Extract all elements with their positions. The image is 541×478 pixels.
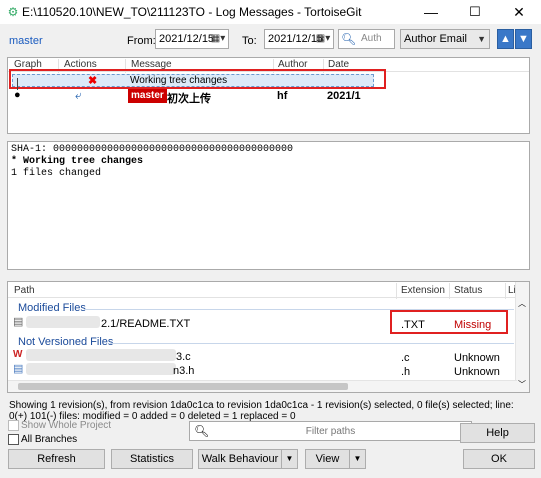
close-button[interactable]: ✕ [497,0,541,24]
unversioned-file-ext: .h [401,366,411,378]
redacted-path [26,316,100,328]
to-label: To: [242,35,257,47]
all-branches-label: All Branches [21,434,78,445]
search-input[interactable]: 🔍︎ Auth [338,29,395,49]
unversioned-file-path[interactable]: n3.h [173,365,194,377]
help-button[interactable]: Help [460,423,535,443]
from-date-picker[interactable]: 2021/12/15 ▦▾ [155,29,229,49]
changed-files-list[interactable]: Path Extension Status Lir Modified Files… [7,281,530,393]
c-file-icon: W [13,349,23,360]
highlight-frame [390,310,508,334]
scroll-down-icon[interactable]: ﹀ [518,379,526,390]
search-placeholder: Auth [361,33,382,44]
walk-behaviour-button[interactable]: Walk Behaviour ▼ [198,449,298,469]
from-date-value: 2021/12/15 [159,33,215,45]
show-whole-project-label: Show Whole Project [21,420,112,431]
ok-button[interactable]: OK [463,449,535,469]
graph-line [17,78,18,90]
arrow-down-icon: ▼ [518,33,529,45]
details-sha: SHA-1: 000000000000000000000000000000000… [11,144,294,155]
arrow-up-icon: ▲ [500,33,511,45]
horizontal-scrollbar[interactable] [8,380,517,392]
column-status[interactable]: Status [454,285,482,296]
h-file-icon: ▤ [13,363,24,375]
refresh-button[interactable]: Refresh [8,449,105,469]
dropdown-arrow-icon[interactable]: ▼ [281,450,297,468]
details-summary: 1 files changed [11,168,102,179]
redacted-path [26,363,176,375]
filter-field-select[interactable]: Author Email ▼ [400,29,490,49]
maximize-button[interactable]: ☐ [453,0,497,24]
modified-file-path[interactable]: 2.1/README.TXT [101,318,190,330]
scroll-up-icon[interactable]: ︿ [518,298,526,309]
from-label: From: [127,35,156,47]
next-match-button[interactable]: ▼ [515,29,532,49]
minimize-button[interactable]: — [409,0,453,24]
vertical-scrollbar[interactable]: ︿ ﹀ [515,282,529,392]
view-label: View [315,453,340,465]
filter-paths-input[interactable]: 🔍︎ Filter paths [189,421,472,441]
show-whole-project-checkbox[interactable] [8,420,19,431]
commit-date: 2021/1 [327,90,361,102]
walk-behaviour-label: Walk Behaviour [201,453,279,465]
dropdown-arrow-icon[interactable]: ▼ [349,450,365,468]
column-path[interactable]: Path [14,285,35,296]
filter-field-value: Author Email [404,33,467,45]
branch-link[interactable]: master [9,35,43,47]
scroll-thumb[interactable] [18,383,348,390]
title-bar: ⚙ E:\110520.10\NEW_TO\211123TO - Log Mes… [0,0,541,24]
commit-message: 初次上传 [167,93,211,105]
text-file-icon: ▤ [13,316,24,328]
filter-paths-placeholder: Filter paths [305,426,356,437]
calendar-dropdown-icon[interactable]: ▦▾ [210,31,226,47]
all-branches-checkbox[interactable] [8,434,19,445]
status-text: Showing 1 revision(s), from revision 1da… [9,400,514,422]
window-title: E:\110520.10\NEW_TO\211123TO - Log Messa… [22,5,362,19]
branch-tag-master: master [128,89,167,103]
tortoisegit-app-icon: ⚙ [7,5,19,19]
unversioned-file-ext: .c [401,352,410,364]
group-modified-files: Modified Files [18,302,86,314]
unversioned-file-path[interactable]: 3.c [176,351,191,363]
commit-details[interactable]: SHA-1: 000000000000000000000000000000000… [7,141,530,270]
to-date-picker[interactable]: 2021/12/15 ▦▾ [264,29,334,49]
calendar-dropdown-icon[interactable]: ▦▾ [315,31,331,47]
unversioned-file-status: Unknown [454,352,500,364]
details-subject: * Working tree changes [11,156,144,167]
chevron-down-icon: ▼ [477,34,486,44]
files-list-header: Path Extension Status Lir [8,282,529,299]
statistics-button[interactable]: Statistics [111,449,193,469]
graph-node-icon: ● [14,89,21,101]
commit-action-icon: ⤶ [75,88,82,102]
unversioned-file-status: Unknown [454,366,500,378]
view-button[interactable]: View ▼ [305,449,366,469]
group-not-versioned-files: Not Versioned Files [18,336,114,348]
previous-match-button[interactable]: ▲ [497,29,514,49]
column-extension[interactable]: Extension [401,285,445,296]
search-icon: 🔍︎ [341,32,357,46]
highlight-frame [9,69,386,89]
redacted-path [26,349,176,361]
commit-author: hf [277,90,288,102]
